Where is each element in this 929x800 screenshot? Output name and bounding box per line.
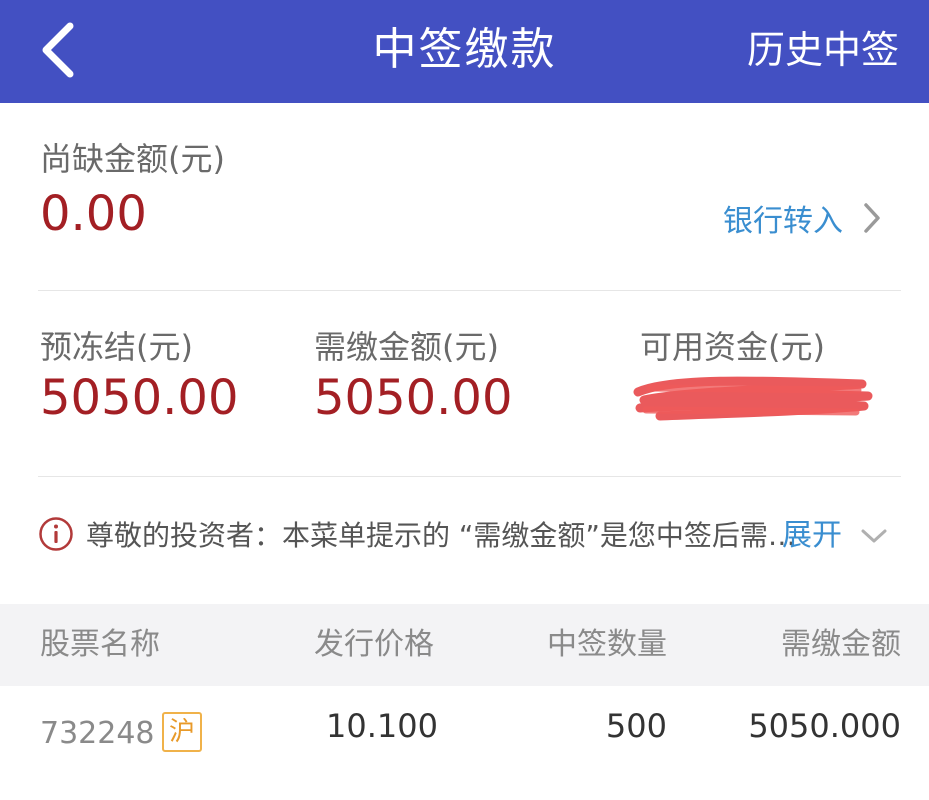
market-badge: 沪 — [162, 712, 202, 752]
frozen-label: 预冻结(元) — [40, 328, 193, 366]
allotted-quantity: 500 — [605, 707, 667, 745]
redaction-scribble — [633, 376, 873, 421]
expand-notice-button[interactable]: 展开 — [782, 516, 888, 556]
column-header-stock-name: 股票名称 — [40, 627, 160, 662]
notice-text: 尊敬的投资者：本菜单提示的 “需缴金额”是您中签后需缴纳的金额 — [86, 519, 796, 552]
divider — [38, 476, 901, 477]
top-bar: 中签缴款 历史中签 — [0, 0, 929, 103]
column-header-allotted-quantity: 中签数量 — [547, 627, 667, 662]
table-header: 股票名称 发行价格 中签数量 需缴金额 — [0, 604, 929, 686]
expand-label: 展开 — [782, 518, 842, 553]
stock-code: 732248 — [40, 716, 155, 751]
payable-amount: 5050.000 — [748, 707, 901, 745]
bank-transfer-label: 银行转入 — [723, 204, 843, 239]
frozen-value: 5050.00 — [40, 370, 239, 426]
column-header-payable-amount: 需缴金额 — [781, 627, 901, 662]
shortfall-label: 尚缺金额(元) — [40, 140, 225, 178]
chevron-right-icon — [864, 203, 880, 233]
payable-value: 5050.00 — [314, 370, 513, 426]
info-icon — [39, 517, 73, 551]
column-header-issue-price: 发行价格 — [314, 627, 434, 662]
available-funds-label: 可用资金(元) — [640, 328, 825, 366]
notice-row: 尊敬的投资者：本菜单提示的 “需缴金额”是您中签后需缴纳的金额 展开 — [38, 512, 898, 562]
bank-transfer-link[interactable]: 银行转入 — [723, 196, 883, 240]
chevron-down-icon — [861, 529, 887, 543]
shortfall-value: 0.00 — [40, 186, 147, 242]
history-allotment-link[interactable]: 历史中签 — [747, 0, 899, 103]
table-row[interactable]: 732248 沪 10.100 500 5050.000 — [0, 686, 929, 770]
payable-label: 需缴金额(元) — [314, 328, 499, 366]
divider — [38, 290, 901, 291]
issue-price: 10.100 — [326, 707, 438, 745]
